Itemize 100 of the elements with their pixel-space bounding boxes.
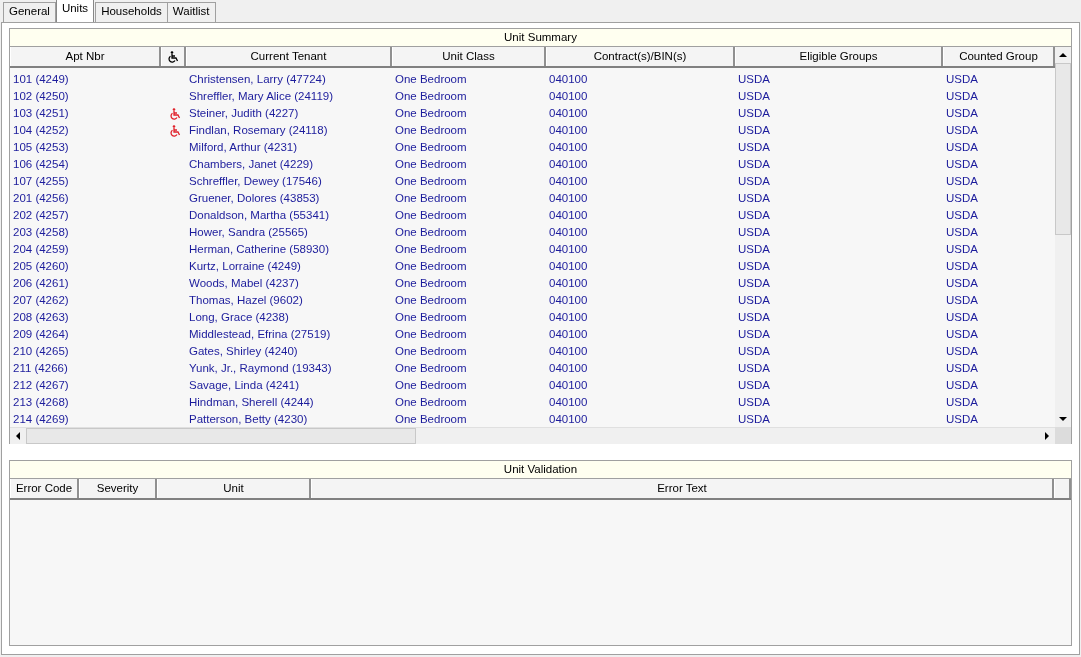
contract-cell: 040100 — [549, 294, 588, 306]
column-header[interactable]: Unit — [157, 479, 311, 498]
contract-cell: 040100 — [549, 192, 588, 204]
apt-cell: 213 (4268) — [13, 396, 69, 408]
wheelchair-icon — [169, 107, 181, 120]
tenant-cell: Chambers, Janet (4229) — [189, 158, 313, 170]
column-header[interactable]: Apt Nbr — [10, 47, 161, 66]
eligible-cell: USDA — [738, 158, 770, 170]
eligible-cell: USDA — [738, 396, 770, 408]
eligible-cell: USDA — [738, 90, 770, 102]
unit-class-cell: One Bedroom — [395, 294, 467, 306]
tenant-cell: Milford, Arthur (4231) — [189, 141, 297, 153]
contract-cell: 040100 — [549, 175, 588, 187]
tenant-cell: Hower, Sandra (25565) — [189, 226, 308, 238]
tenant-cell: Thomas, Hazel (9602) — [189, 294, 303, 306]
down-triangle-icon — [1059, 417, 1067, 421]
column-header[interactable]: Unit Class — [392, 47, 546, 66]
wheelchair-icon — [169, 124, 181, 137]
contract-cell: 040100 — [549, 362, 588, 374]
apt-cell: 206 (4261) — [13, 277, 69, 289]
tenant-cell: Schreffler, Dewey (17546) — [189, 175, 322, 187]
horizontal-scrollbar[interactable] — [10, 427, 1055, 444]
tenant-cell: Long, Grace (4238) — [189, 311, 289, 323]
counted-cell: USDA — [946, 311, 978, 323]
column-header[interactable]: Current Tenant — [186, 47, 392, 66]
tenant-cell: Hindman, Sherell (4244) — [189, 396, 314, 408]
apt-cell: 104 (4252) — [13, 124, 69, 136]
apt-cell: 204 (4259) — [13, 243, 69, 255]
eligible-cell: USDA — [738, 141, 770, 153]
eligible-cell: USDA — [738, 107, 770, 119]
apt-cell: 207 (4262) — [13, 294, 69, 306]
counted-cell: USDA — [946, 209, 978, 221]
contract-cell: 040100 — [549, 277, 588, 289]
apt-cell: 203 (4258) — [13, 226, 69, 238]
contract-cell: 040100 — [549, 260, 588, 272]
eligible-cell: USDA — [738, 192, 770, 204]
eligible-cell: USDA — [738, 311, 770, 323]
unit-class-cell: One Bedroom — [395, 73, 467, 85]
tab[interactable]: Households — [95, 2, 168, 22]
column-header[interactable]: Severity — [79, 479, 157, 498]
counted-cell: USDA — [946, 124, 978, 136]
eligible-cell: USDA — [738, 294, 770, 306]
column-header[interactable] — [161, 47, 186, 66]
contract-cell: 040100 — [549, 379, 588, 391]
counted-cell: USDA — [946, 243, 978, 255]
unit-class-cell: One Bedroom — [395, 192, 467, 204]
unit-class-cell: One Bedroom — [395, 260, 467, 272]
counted-cell: USDA — [946, 141, 978, 153]
column-header[interactable]: Eligible Groups — [735, 47, 943, 66]
counted-cell: USDA — [946, 277, 978, 289]
tenant-cell: Findlan, Rosemary (24118) — [189, 124, 328, 136]
column-header[interactable]: Error Code — [10, 479, 79, 498]
apt-cell: 102 (4250) — [13, 90, 69, 102]
contract-cell: 040100 — [549, 107, 588, 119]
tenant-cell: Yunk, Jr., Raymond (19343) — [189, 362, 332, 374]
unit-class-cell: One Bedroom — [395, 328, 467, 340]
eligible-cell: USDA — [738, 277, 770, 289]
contract-cell: 040100 — [549, 73, 588, 85]
counted-cell: USDA — [946, 158, 978, 170]
tab[interactable]: Waitlist — [166, 2, 216, 22]
empty-column-header — [1054, 479, 1071, 498]
counted-cell: USDA — [946, 90, 978, 102]
eligible-cell: USDA — [738, 124, 770, 136]
tenant-cell: Herman, Catherine (58930) — [189, 243, 329, 255]
tab[interactable]: Units — [55, 0, 95, 22]
eligible-cell: USDA — [738, 226, 770, 238]
left-triangle-icon — [16, 432, 20, 440]
tenant-cell: Steiner, Judith (4227) — [189, 107, 299, 119]
apt-cell: 205 (4260) — [13, 260, 69, 272]
eligible-cell: USDA — [738, 260, 770, 272]
apt-cell: 208 (4263) — [13, 311, 69, 323]
tab[interactable]: General — [3, 2, 56, 22]
eligible-cell: USDA — [738, 209, 770, 221]
apt-cell: 212 (4267) — [13, 379, 69, 391]
contract-cell: 040100 — [549, 311, 588, 323]
column-header[interactable]: Contract(s)/BIN(s) — [546, 47, 735, 66]
apt-cell: 201 (4256) — [13, 192, 69, 204]
column-header[interactable]: Error Text — [311, 479, 1054, 498]
contract-cell: 040100 — [549, 413, 588, 425]
eligible-cell: USDA — [738, 413, 770, 425]
counted-cell: USDA — [946, 192, 978, 204]
unit-class-cell: One Bedroom — [395, 362, 467, 374]
tenant-cell: Gates, Shirley (4240) — [189, 345, 298, 357]
counted-cell: USDA — [946, 226, 978, 238]
tenant-cell: Savage, Linda (4241) — [189, 379, 299, 391]
contract-cell: 040100 — [549, 396, 588, 408]
grid-title: Unit Validation — [10, 461, 1071, 479]
unit-class-cell: One Bedroom — [395, 277, 467, 289]
vertical-scrollbar[interactable] — [1055, 47, 1071, 444]
eligible-cell: USDA — [738, 175, 770, 187]
unit-class-cell: One Bedroom — [395, 141, 467, 153]
unit-class-cell: One Bedroom — [395, 396, 467, 408]
apt-cell: 202 (4257) — [13, 209, 69, 221]
unit-class-cell: One Bedroom — [395, 311, 467, 323]
counted-cell: USDA — [946, 73, 978, 85]
unit-class-cell: One Bedroom — [395, 413, 467, 425]
counted-cell: USDA — [946, 362, 978, 374]
tenant-cell: Shreffler, Mary Alice (24119) — [189, 90, 334, 102]
counted-cell: USDA — [946, 379, 978, 391]
apt-cell: 209 (4264) — [13, 328, 69, 340]
